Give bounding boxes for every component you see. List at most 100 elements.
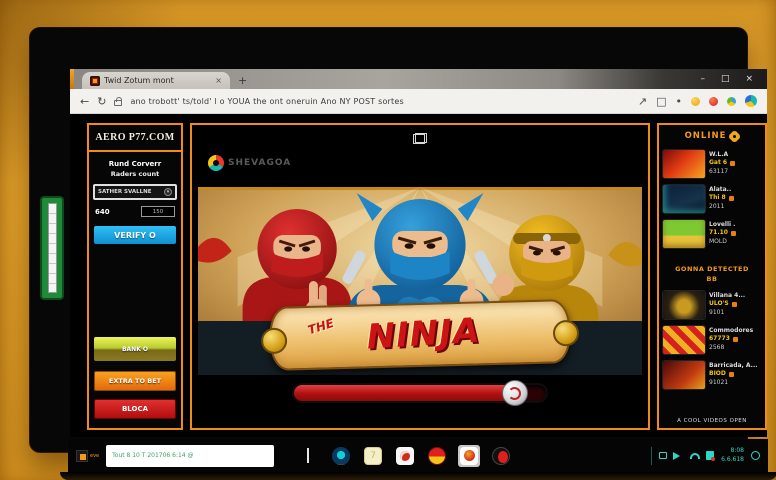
game-stat: BIOD xyxy=(709,370,758,378)
game-thumbnail xyxy=(663,326,705,354)
game-list-item[interactable]: Barricada, A... BIOD 91021 xyxy=(663,359,761,390)
game-count: 63117 xyxy=(709,168,735,176)
taskbar: eve Tout 8 10 T 201706 6:14 @ 7 8: xyxy=(68,439,768,472)
desktop-background: Twid Zotum mont × + – □ × ← ↻ ano trobot… xyxy=(0,0,776,480)
tab-close-icon[interactable]: × xyxy=(215,76,222,85)
browser-tab[interactable]: Twid Zotum mont × xyxy=(82,72,230,89)
monitor-screen: Twid Zotum mont × + – □ × ← ↻ ano trobot… xyxy=(30,28,747,452)
provider-swirl-icon xyxy=(208,155,224,171)
extension-icon-red[interactable] xyxy=(709,97,718,106)
amount-label: 640 xyxy=(95,208,110,216)
start-icon xyxy=(76,450,88,462)
address-bar[interactable]: ano trobott' ts/told' l o YOUA the ont o… xyxy=(130,97,403,106)
game-thumbnail xyxy=(663,220,705,248)
game-title: W.L.A xyxy=(709,151,735,159)
site-logo[interactable]: AERO P77.COM xyxy=(89,125,181,152)
tab-title: Twid Zotum mont xyxy=(104,76,174,85)
sidebar-spacer xyxy=(89,244,181,337)
verify-button[interactable]: VERIFY O xyxy=(94,226,176,244)
game-frame: SHEVAGOA xyxy=(190,123,650,430)
game-count: 2568 xyxy=(709,344,753,352)
blog-button[interactable]: BLOCA xyxy=(94,399,176,419)
extension-icon-yellow[interactable] xyxy=(691,97,700,106)
browser-icon xyxy=(396,447,414,465)
game-count: 91021 xyxy=(709,379,758,387)
left-sidebar: AERO P77.COM Rund Corverr Raders count S… xyxy=(87,123,183,430)
taskbar-search-input[interactable]: Tout 8 10 T 201706 6:14 @ xyxy=(106,445,274,467)
detected-header-sub: BB xyxy=(662,275,762,283)
profile-avatar[interactable] xyxy=(745,95,757,107)
provider-name: SHEVAGOA xyxy=(228,158,291,168)
opera-icon xyxy=(492,447,510,465)
minimize-button[interactable]: – xyxy=(700,74,705,84)
taskbar-app-icons: 7 xyxy=(330,445,512,467)
detected-header: GONNA DETECTED BB xyxy=(662,263,762,283)
wifi-icon[interactable] xyxy=(690,453,700,459)
active-browser-icon xyxy=(460,447,478,465)
extension-icon-multicolor[interactable] xyxy=(727,97,736,106)
game-thumbnail xyxy=(663,291,705,319)
tray-separator xyxy=(651,447,652,465)
app-icon-camera[interactable] xyxy=(330,445,352,467)
bank-button[interactable]: BANK O xyxy=(94,337,176,361)
volume-icon[interactable] xyxy=(673,452,684,460)
side-widget-scrollbar[interactable] xyxy=(40,196,64,300)
side-widget-track[interactable] xyxy=(48,203,57,293)
tray-window-icon[interactable] xyxy=(659,452,667,459)
sidebar-footer-text: A COOL VIDEOS OPEN xyxy=(662,418,762,424)
app-icon-folder[interactable]: 7 xyxy=(362,445,384,467)
sidebar-tagline-2: Raders count xyxy=(89,170,181,178)
webpage-content: AERO P77.COM Rund Corverr Raders count S… xyxy=(70,114,767,437)
chevron-down-icon: ▾ xyxy=(164,188,172,196)
game-list-item[interactable]: W.L.A Gat 6 63117 xyxy=(663,148,761,179)
monitor-chin xyxy=(60,472,776,480)
menu-dot-icon[interactable]: • xyxy=(676,95,683,108)
app-icon-game[interactable] xyxy=(426,445,448,467)
banner-the-text: THE xyxy=(306,316,335,337)
toolbar-right-group: ↗ □ • xyxy=(638,95,757,108)
game-count: MOLD xyxy=(709,238,736,246)
app-icon-opera[interactable] xyxy=(490,445,512,467)
show-desktop-button[interactable] xyxy=(751,451,760,460)
amount-input[interactable]: 150 xyxy=(141,206,175,217)
sidebar-tagline-1: Rund Corverr xyxy=(89,160,181,168)
back-icon[interactable]: ← xyxy=(80,95,89,108)
close-button[interactable]: × xyxy=(745,74,753,84)
bookmark-icon[interactable]: □ xyxy=(656,95,666,108)
game-title: Commodores xyxy=(709,327,753,335)
game-title: Barricada, A... xyxy=(709,362,758,370)
camera-icon xyxy=(332,447,350,465)
extra-bet-button[interactable]: EXTRA TO BET xyxy=(94,371,176,391)
gear-icon[interactable] xyxy=(730,132,739,141)
app-icon-browser[interactable] xyxy=(394,445,416,467)
game-count: 2011 xyxy=(709,203,734,211)
game-list-item[interactable]: Villana 4... ULO'S 9101 xyxy=(663,289,761,320)
game-thumbnail xyxy=(663,185,705,213)
fullscreen-icon[interactable] xyxy=(413,133,427,144)
tab-strip: Twid Zotum mont × + – □ × xyxy=(70,69,767,89)
server-dropdown-value: SATHER SVALLNE xyxy=(98,189,152,195)
maximize-button[interactable]: □ xyxy=(721,74,730,84)
reload-icon[interactable]: ↻ xyxy=(97,95,106,108)
start-label: eve xyxy=(90,453,99,459)
detected-header-label: GONNA DETECTED xyxy=(662,265,762,273)
clock-date: 6.6.618 xyxy=(721,456,744,464)
game-list-item[interactable]: Alata.. Thi 8 2011 xyxy=(663,183,761,214)
game-title: Alata.. xyxy=(709,186,734,194)
game-title-banner: THE NINJA xyxy=(269,299,571,371)
start-button[interactable]: eve xyxy=(76,450,99,462)
tab-accent-stripe xyxy=(70,69,74,89)
new-tab-button[interactable]: + xyxy=(238,72,247,89)
window-controls: – □ × xyxy=(686,69,767,89)
app-icon-active-browser[interactable] xyxy=(458,445,480,467)
game-title: Lovelli . xyxy=(709,221,736,229)
browser-window: Twid Zotum mont × + – □ × ← ↻ ano trobot… xyxy=(70,69,767,437)
taskbar-clock[interactable]: 8:08 6.6.618 xyxy=(721,447,744,464)
server-dropdown[interactable]: SATHER SVALLNE ▾ xyxy=(93,184,177,200)
battery-icon[interactable] xyxy=(706,451,714,460)
share-icon[interactable]: ↗ xyxy=(638,95,647,108)
amount-field-row: 640 150 xyxy=(95,206,175,217)
game-list-item[interactable]: Lovelli . 71.10 MOLD xyxy=(663,218,761,249)
lock-icon xyxy=(114,100,122,106)
game-list-item[interactable]: Commodores 67773 2568 xyxy=(663,324,761,355)
